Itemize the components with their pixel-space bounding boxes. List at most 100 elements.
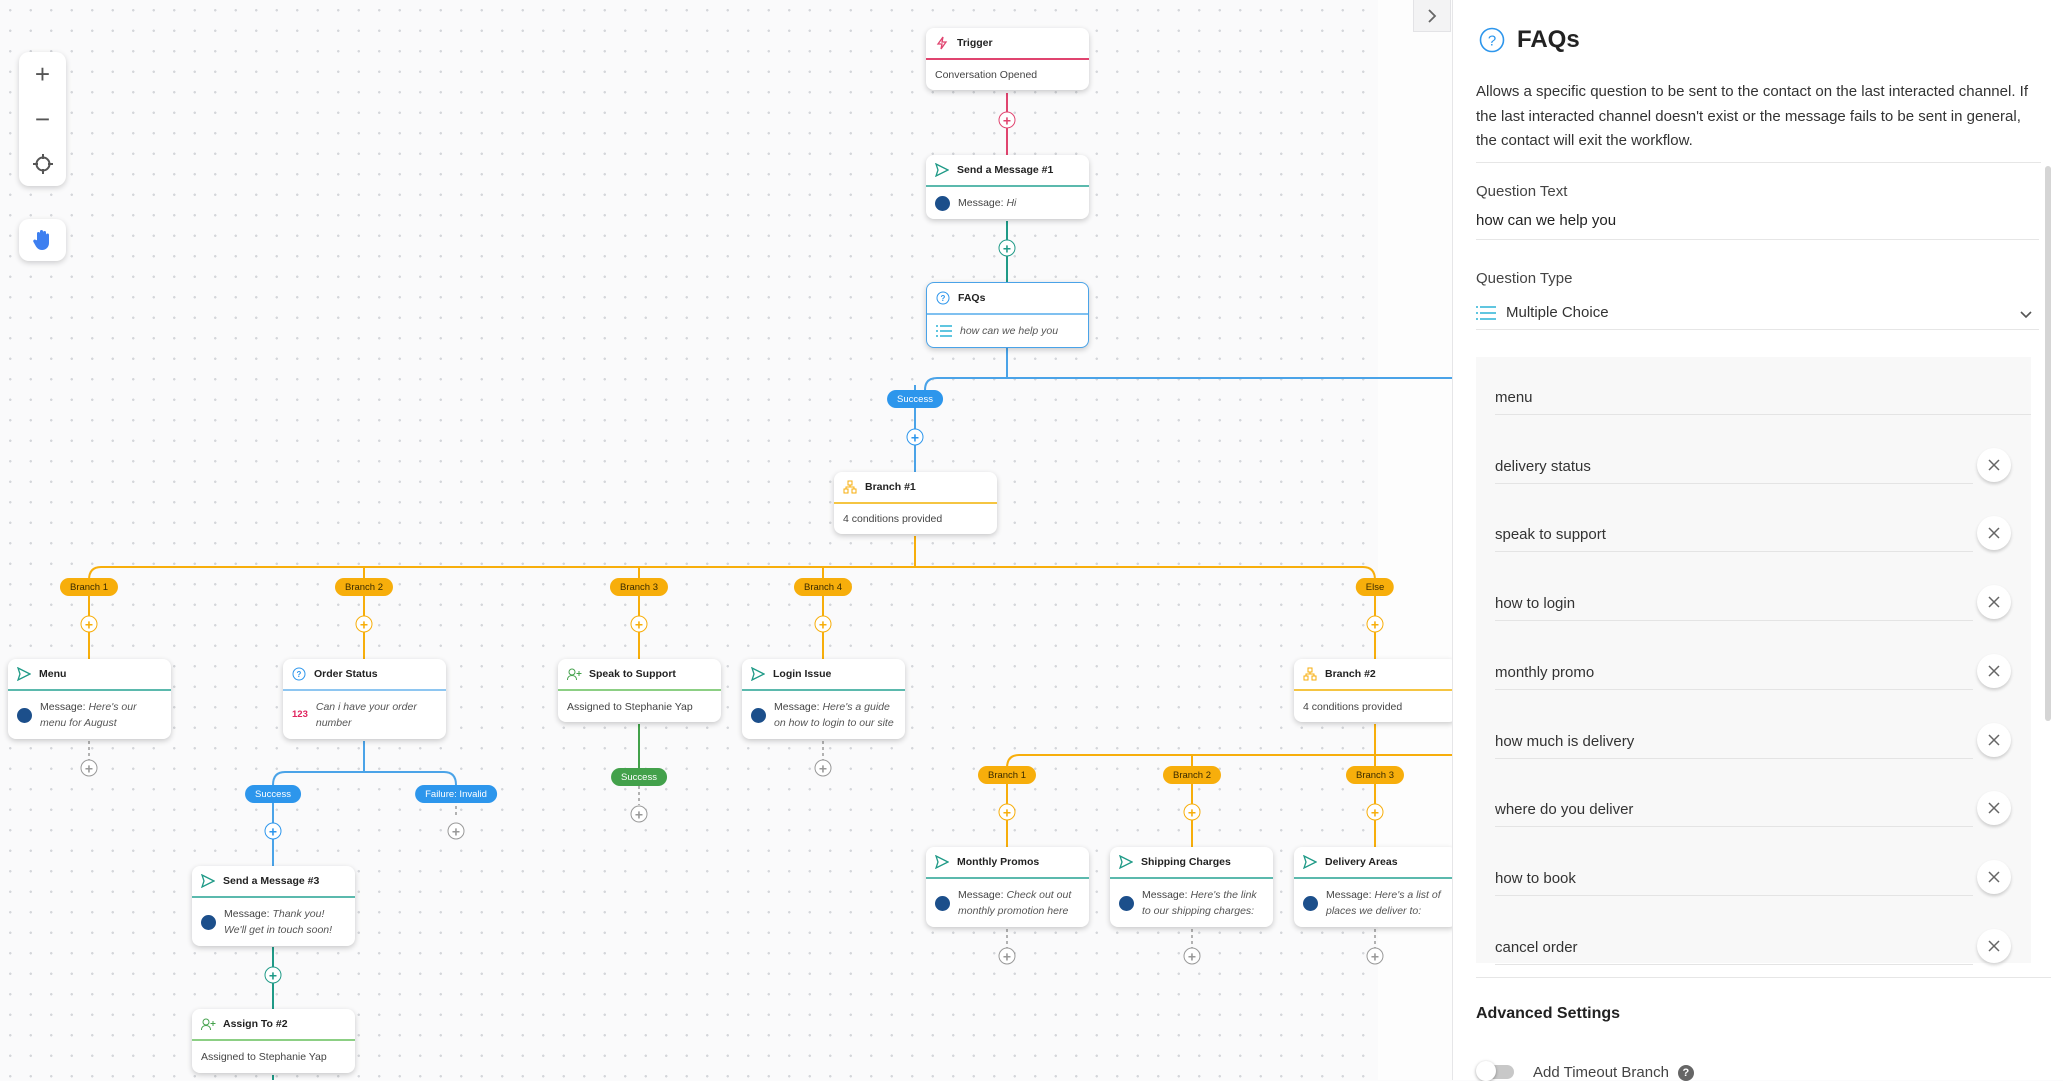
help-icon[interactable]: ? bbox=[1677, 1064, 1694, 1081]
message-icon bbox=[1119, 895, 1134, 911]
message-icon bbox=[201, 914, 216, 930]
option-input[interactable]: menu bbox=[1495, 381, 2031, 415]
add-user-icon bbox=[200, 1018, 215, 1030]
node-delivery-areas[interactable]: Delivery Areas Message: Here's a list of… bbox=[1294, 847, 1452, 927]
zoom-in-button[interactable]: + bbox=[19, 54, 66, 94]
message-icon bbox=[751, 707, 766, 723]
node-monthly-promos[interactable]: Monthly Promos Message: Check out out mo… bbox=[926, 847, 1089, 927]
add-step-button[interactable]: + bbox=[80, 615, 98, 633]
option-input[interactable]: how to login bbox=[1495, 587, 1973, 622]
timeout-toggle[interactable] bbox=[1476, 1061, 1518, 1081]
add-step-button[interactable]: + bbox=[264, 966, 282, 984]
node-faqs[interactable]: ? FAQs how can we help you bbox=[926, 282, 1089, 348]
option-input[interactable]: where do you deliver bbox=[1495, 793, 1973, 828]
node-order-status[interactable]: ? Order Status 123 Can i have your order n… bbox=[283, 659, 446, 739]
add-step-button[interactable]: + bbox=[906, 428, 924, 446]
add-step-button[interactable]: + bbox=[264, 822, 282, 840]
node-send-message-3[interactable]: Send a Message #3 Message: Thank you! We… bbox=[192, 866, 355, 946]
node-title: Delivery Areas bbox=[1325, 856, 1398, 868]
remove-option-button[interactable] bbox=[1977, 928, 2011, 963]
divider bbox=[1476, 977, 2051, 978]
timeout-label-text: Add Timeout Branch bbox=[1533, 1064, 1669, 1081]
node-login-issue[interactable]: Login Issue Message: Here's a guide on h… bbox=[742, 659, 905, 739]
option-input[interactable]: how to book bbox=[1495, 862, 1973, 896]
add-step-button[interactable]: + bbox=[998, 803, 1016, 821]
remove-option-button[interactable] bbox=[1977, 859, 2011, 894]
send-icon bbox=[751, 667, 765, 681]
node-body: Assigned to Stephanie Yap bbox=[201, 1051, 327, 1063]
panel-scrollbar[interactable] bbox=[2045, 166, 2051, 721]
edge-branch1-line bbox=[88, 566, 1376, 581]
add-step-button[interactable]: + bbox=[998, 239, 1016, 257]
remove-option-button[interactable] bbox=[1977, 585, 2011, 620]
send-icon bbox=[17, 667, 31, 681]
send-icon bbox=[1119, 855, 1133, 869]
collapse-panel-button[interactable] bbox=[1413, 0, 1451, 32]
close-icon bbox=[1988, 802, 2000, 814]
add-step-button[interactable]: + bbox=[1366, 615, 1384, 633]
branch-label: Branch 2 bbox=[334, 578, 394, 596]
node-title: Assign To #2 bbox=[223, 1018, 288, 1030]
add-step-button[interactable]: + bbox=[998, 111, 1016, 129]
node-send-message-1[interactable]: Send a Message #1 Message: Hi bbox=[926, 155, 1089, 219]
add-step-button[interactable]: + bbox=[1183, 947, 1201, 965]
add-step-button[interactable]: + bbox=[80, 759, 98, 777]
add-step-button[interactable]: + bbox=[630, 805, 648, 823]
branch-icon bbox=[843, 480, 857, 494]
zoom-out-button[interactable]: − bbox=[19, 99, 66, 139]
node-branch-2[interactable]: Branch #2 4 conditions provided bbox=[1294, 659, 1452, 722]
node-speak-to-support[interactable]: Speak to Support Assigned to Stephanie Y… bbox=[558, 659, 721, 722]
add-step-button[interactable]: + bbox=[1366, 803, 1384, 821]
node-title: Send a Message #3 bbox=[223, 875, 320, 887]
message-label: Message: bbox=[958, 197, 1004, 209]
workflow-canvas[interactable]: + − Trigger Conversation Opened + Send a… bbox=[0, 0, 1452, 1080]
node-assign-to-2[interactable]: Assign To #2 Assigned to Stephanie Yap bbox=[192, 1009, 355, 1073]
question-type-select[interactable]: Multiple Choice bbox=[1476, 296, 2039, 330]
hand-icon bbox=[32, 230, 49, 250]
recenter-button[interactable] bbox=[19, 144, 66, 184]
branch-icon bbox=[1303, 667, 1317, 681]
close-icon bbox=[1988, 940, 2000, 952]
faq-question-text: how can we help you bbox=[960, 325, 1059, 337]
pan-tool-button[interactable] bbox=[19, 219, 66, 261]
remove-option-button[interactable] bbox=[1977, 722, 2011, 757]
option-input[interactable]: monthly promo bbox=[1495, 656, 1973, 690]
close-icon bbox=[1988, 596, 2000, 608]
node-title: Shipping Charges bbox=[1141, 856, 1231, 868]
message-icon bbox=[935, 195, 950, 211]
option-input[interactable]: speak to support bbox=[1495, 518, 1973, 553]
close-icon bbox=[1988, 733, 2000, 746]
question-text-input[interactable]: how can we help you bbox=[1476, 212, 2039, 240]
node-trigger[interactable]: Trigger Conversation Opened bbox=[926, 28, 1089, 90]
option-input[interactable]: delivery status bbox=[1495, 450, 1973, 484]
add-step-button[interactable]: + bbox=[1366, 947, 1384, 965]
question-text-label: Question Text bbox=[1476, 183, 1568, 200]
divider bbox=[1476, 162, 2041, 163]
add-step-button[interactable]: + bbox=[814, 615, 832, 633]
success-path-label: Success bbox=[611, 768, 667, 786]
remove-option-button[interactable] bbox=[1977, 516, 2011, 551]
node-shipping-charges[interactable]: Shipping Charges Message: Here's the lin… bbox=[1110, 847, 1273, 927]
panel-title: FAQs bbox=[1517, 26, 1580, 53]
option-input[interactable]: cancel order bbox=[1495, 931, 1973, 965]
remove-option-button[interactable] bbox=[1977, 653, 2011, 688]
add-step-button[interactable]: + bbox=[998, 947, 1016, 965]
add-step-button[interactable]: + bbox=[447, 822, 465, 840]
option-input[interactable]: how much is delivery bbox=[1495, 725, 1973, 759]
message-label: Message: bbox=[1142, 889, 1188, 901]
edge-faq-branch-line bbox=[924, 377, 1452, 391]
add-step-button[interactable]: + bbox=[355, 615, 373, 633]
node-menu[interactable]: Menu Message: Here's our menu for August bbox=[8, 659, 171, 739]
add-step-button[interactable]: + bbox=[814, 759, 832, 777]
remove-option-button[interactable] bbox=[1977, 447, 2011, 482]
add-step-button[interactable]: + bbox=[1183, 803, 1201, 821]
branch-label: Branch 3 bbox=[1345, 766, 1405, 784]
remove-option-button[interactable] bbox=[1977, 791, 2011, 826]
node-branch-1[interactable]: Branch #1 4 conditions provided bbox=[834, 472, 997, 534]
node-body: Conversation Opened bbox=[935, 69, 1038, 81]
zoom-controls: + − bbox=[19, 52, 66, 186]
node-title: Menu bbox=[39, 668, 67, 680]
chevron-right-icon bbox=[1428, 8, 1437, 23]
advanced-settings-heading: Advanced Settings bbox=[1476, 1005, 1621, 1022]
add-step-button[interactable]: + bbox=[630, 615, 648, 633]
